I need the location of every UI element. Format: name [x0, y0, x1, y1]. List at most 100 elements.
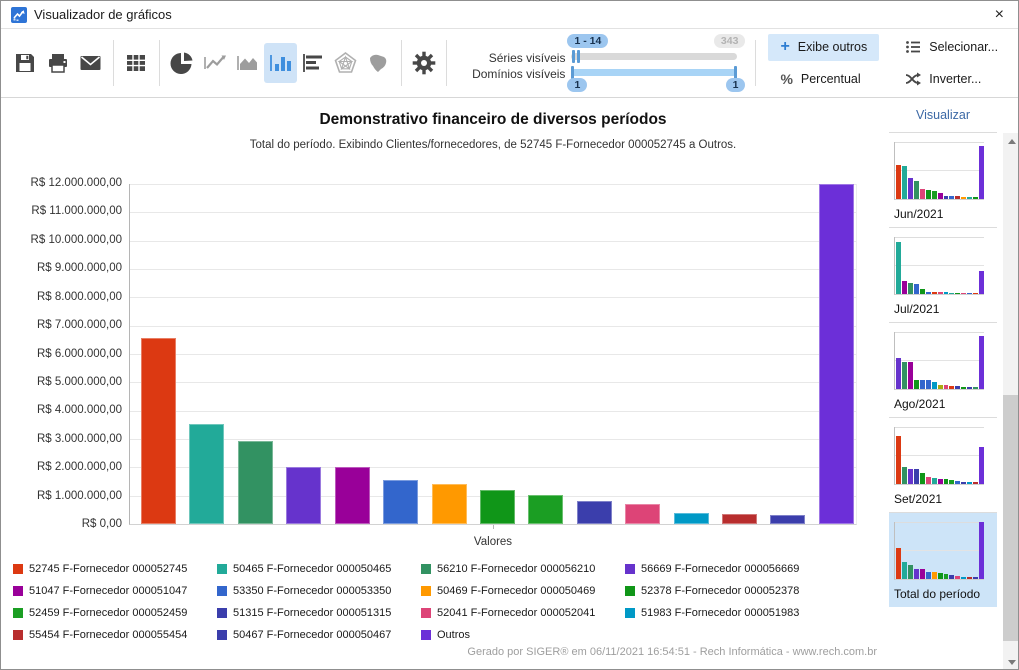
pie-chart-icon: [170, 51, 194, 75]
radar-chart-button[interactable]: [329, 43, 362, 83]
legend-swatch: [421, 586, 431, 596]
pie-chart-button[interactable]: [166, 43, 199, 83]
scrollbar-thumb[interactable]: [1003, 395, 1019, 641]
thumbnail-bar: [955, 481, 960, 484]
bar[interactable]: [674, 513, 709, 524]
thumbnail-bar: [896, 548, 901, 579]
legend-item: 56210 F-Fornecedor 000056210: [421, 558, 625, 580]
legend-item: 52378 F-Fornecedor 000052378: [625, 580, 875, 602]
thumbnail-bar: [949, 196, 954, 199]
scroll-down-button[interactable]: [1003, 654, 1019, 670]
legend-label: 56210 F-Fornecedor 000056210: [437, 563, 595, 575]
bar[interactable]: [577, 501, 612, 524]
legend-swatch: [421, 608, 431, 618]
thumbnail-bar: [938, 479, 943, 484]
legend-item: 55454 F-Fornecedor 000055454: [13, 624, 217, 646]
series-slider-max-thumb[interactable]: [577, 50, 580, 63]
y-tick-label: R$ 7.000.000,00: [1, 319, 122, 331]
thumbnail-chart: [894, 522, 984, 580]
save-button[interactable]: [9, 43, 42, 83]
print-button[interactable]: [42, 43, 75, 83]
window-title: Visualizador de gráficos: [34, 7, 172, 22]
legend-swatch: [13, 586, 23, 596]
selecionar-button[interactable]: Selecionar...: [893, 34, 1010, 61]
line-chart-button[interactable]: [199, 43, 232, 83]
thumbnail-item[interactable]: Jun/2021: [889, 132, 997, 227]
bar[interactable]: [238, 441, 273, 524]
area-chart-button[interactable]: [231, 43, 264, 83]
bar[interactable]: [625, 504, 660, 524]
table-button[interactable]: [120, 43, 153, 83]
bar[interactable]: [189, 424, 224, 524]
bar[interactable]: [141, 338, 176, 524]
legend-swatch: [625, 586, 635, 596]
legend-label: 50469 F-Fornecedor 000050469: [437, 585, 595, 597]
bar[interactable]: [286, 467, 321, 524]
domains-slider[interactable]: [571, 69, 737, 76]
save-icon: [14, 52, 36, 74]
bar[interactable]: [528, 495, 563, 524]
legend-item: 53350 F-Fornecedor 000053350: [217, 580, 421, 602]
area-chart-icon: [235, 51, 261, 75]
list-icon: [905, 39, 921, 55]
legend-label: 52745 F-Fornecedor 000052745: [29, 563, 187, 575]
thumbnail-bar: [938, 385, 943, 389]
toolbar-separator: [755, 40, 756, 86]
inverter-button[interactable]: Inverter...: [893, 66, 1010, 93]
thumbnail-item[interactable]: Total do período: [889, 512, 997, 607]
series-slider-min-thumb[interactable]: [572, 50, 575, 63]
exibe-outros-button[interactable]: + Exibe outros: [768, 34, 879, 61]
thumbnail-bar: [926, 572, 931, 579]
thumbnail-bar: [961, 293, 966, 294]
bar[interactable]: [335, 467, 370, 524]
thumbnail-bar: [920, 380, 925, 389]
thumbnail-bar: [973, 387, 978, 389]
y-tick-label: R$ 1.000.000,00: [1, 490, 122, 502]
thumbnail-bar: [967, 482, 972, 484]
legend-item: 52041 F-Fornecedor 000052041: [421, 602, 625, 624]
y-axis-labels: R$ 12.000.000,00R$ 11.000.000,00R$ 10.00…: [1, 184, 122, 525]
bar[interactable]: [722, 514, 757, 524]
bar[interactable]: [770, 515, 805, 524]
settings-button[interactable]: [408, 43, 441, 83]
email-button[interactable]: [74, 43, 107, 83]
toolbar-buttons: + Exibe outros Selecionar... % Percentua…: [768, 34, 1010, 93]
thumbnail-chart: [894, 427, 984, 485]
thumbnail-bar: [944, 292, 949, 294]
legend-swatch: [421, 564, 431, 574]
thumbnail-bar: [932, 191, 937, 199]
domains-min-badge: 1: [567, 78, 587, 92]
bar[interactable]: [383, 480, 418, 524]
y-tick-label: R$ 9.000.000,00: [1, 262, 122, 274]
percentual-button[interactable]: % Percentual: [768, 66, 879, 93]
thumbnail-bar: [967, 387, 972, 389]
legend-label: 56669 F-Fornecedor 000056669: [641, 563, 799, 575]
map-chart-button[interactable]: [362, 43, 395, 83]
thumbnail-bar: [908, 565, 913, 579]
series-slider[interactable]: [571, 53, 737, 60]
bar[interactable]: [432, 484, 467, 524]
bar[interactable]: [480, 490, 515, 524]
bar-chart-button[interactable]: [264, 43, 297, 83]
close-button[interactable]: ×: [995, 5, 1004, 25]
bar[interactable]: [819, 184, 854, 524]
scroll-up-button[interactable]: [1003, 133, 1019, 150]
thumbnail-bar: [914, 469, 919, 484]
sidebar-title: Visualizar: [883, 108, 1003, 122]
thumbnail-item[interactable]: Set/2021: [889, 417, 997, 512]
legend-swatch: [421, 630, 431, 640]
thumbnail-chart: [894, 237, 984, 295]
legend-item: 51315 F-Fornecedor 000051315: [217, 602, 421, 624]
sidebar-scrollbar[interactable]: [1003, 133, 1019, 670]
hbar-chart-button[interactable]: [297, 43, 330, 83]
thumbnail-item[interactable]: Jul/2021: [889, 227, 997, 322]
thumbnail-bar: [961, 482, 966, 484]
thumbnail-bar: [896, 436, 901, 484]
series-slider-label: Séries visíveis: [457, 51, 565, 65]
legend-item: 50469 F-Fornecedor 000050469: [421, 580, 625, 602]
legend-swatch: [217, 586, 227, 596]
thumbnail-bar: [979, 336, 984, 389]
thumbnail-item[interactable]: Ago/2021: [889, 322, 997, 417]
thumbnail-label: Set/2021: [894, 492, 992, 506]
thumbnail-bar: [902, 562, 907, 579]
